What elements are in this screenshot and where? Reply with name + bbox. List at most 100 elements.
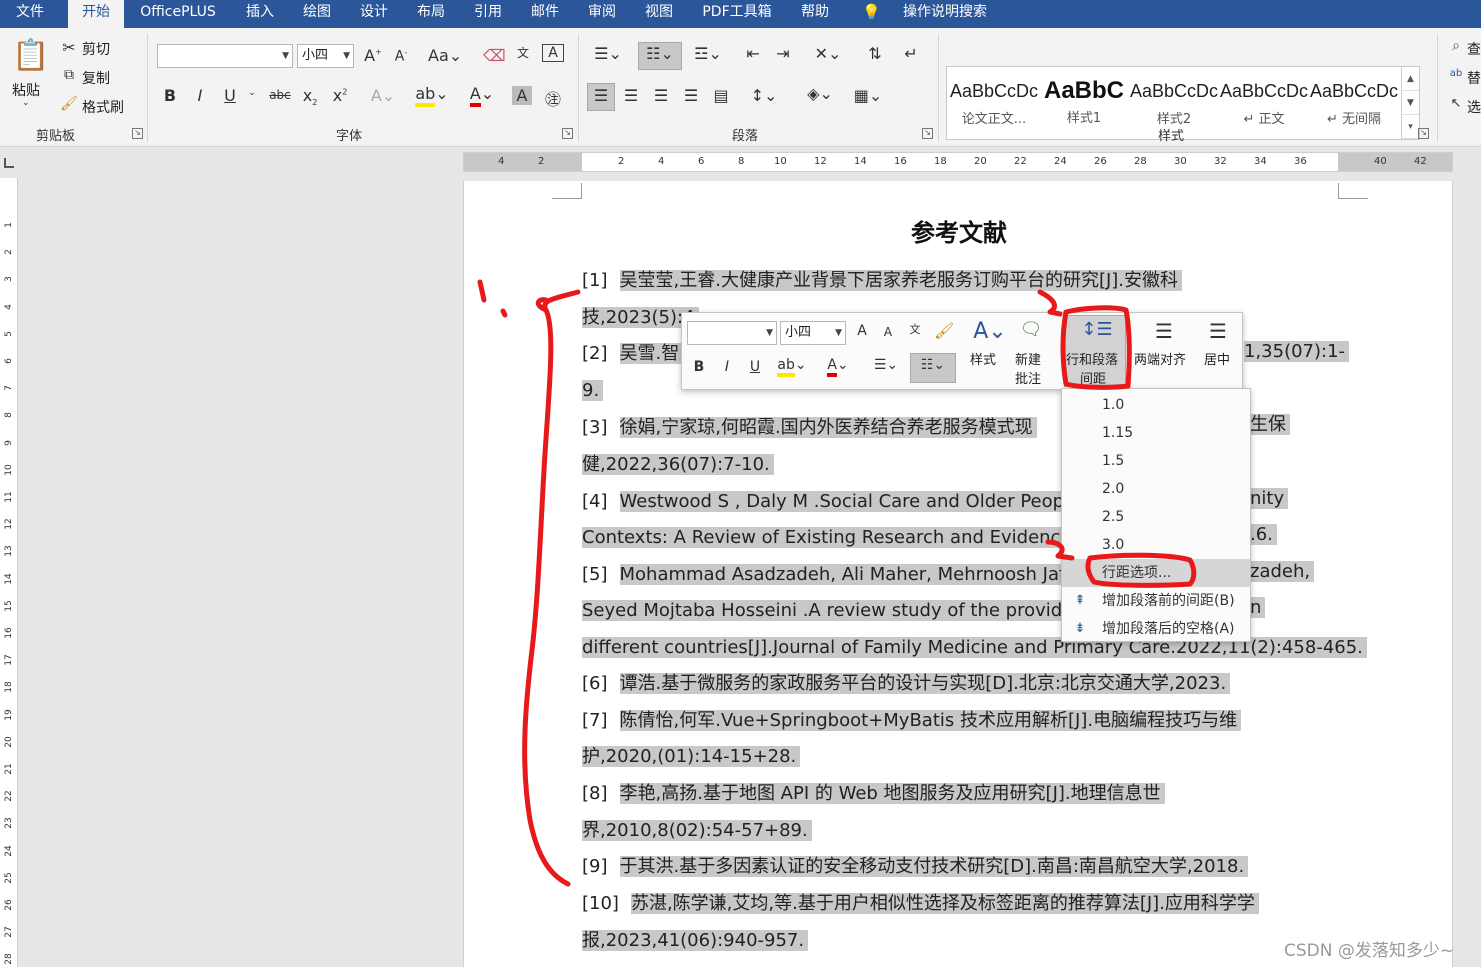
- add-space-before[interactable]: ⇞ 增加段落前的间距(B): [1062, 587, 1250, 615]
- new-comment-label-2[interactable]: 批注: [1015, 368, 1041, 387]
- tab-insert[interactable]: 插入: [236, 0, 284, 28]
- select-icon[interactable]: ↖: [1448, 96, 1464, 111]
- font-name-combo[interactable]: ▼: [157, 44, 293, 68]
- center-button[interactable]: 居中: [1204, 349, 1230, 368]
- expand-gallery-icon[interactable]: ▾: [1402, 115, 1419, 139]
- font-size-combo[interactable]: 小四 ▼: [297, 44, 354, 68]
- multilevel-list-icon[interactable]: ☲⌄: [690, 44, 726, 63]
- tab-review[interactable]: 审阅: [578, 0, 626, 28]
- replace-button[interactable]: 替: [1467, 68, 1481, 88]
- highlight-color-icon[interactable]: ab⌄: [414, 84, 450, 107]
- tab-selector-icon[interactable]: [4, 158, 14, 168]
- mini-font-size-combo[interactable]: 小四 ▼: [780, 321, 846, 345]
- character-shading-icon[interactable]: A: [512, 86, 532, 105]
- borders-icon[interactable]: ▦⌄: [850, 86, 886, 105]
- paste-button[interactable]: 粘贴: [12, 80, 40, 100]
- reference-line[interactable]: 护,2020,(01):14-15+28.: [582, 741, 801, 773]
- find-icon[interactable]: ⌕: [1448, 38, 1464, 54]
- tab-pdf-tools[interactable]: PDF工具箱: [692, 0, 782, 28]
- spacing-option-3-0[interactable]: 3.0: [1062, 531, 1250, 559]
- add-space-after[interactable]: ⇟ 增加段落后的空格(A): [1062, 615, 1250, 643]
- new-comment-icon[interactable]: 🗨: [1018, 319, 1044, 340]
- chevron-down-icon[interactable]: ⌄: [246, 88, 258, 98]
- grow-font-icon[interactable]: A+: [364, 46, 382, 65]
- format-painter-icon[interactable]: 🖌: [60, 96, 78, 112]
- italic-icon[interactable]: I: [192, 86, 208, 105]
- reference-line[interactable]: [8] 李艳,高扬.基于地图 API 的 Web 地图服务及应用研究[J].地理信…: [582, 778, 1165, 810]
- justify-icon[interactable]: ☰: [1152, 319, 1176, 343]
- tab-references[interactable]: 引用: [464, 0, 512, 28]
- vertical-ruler[interactable]: 1 2 3 4 5 6 7 8 9 10 11 12 13 14 15 16 17 18 19 20 21 22 23 24 2…: [0, 178, 18, 967]
- grow-font-icon[interactable]: A: [854, 323, 870, 339]
- decrease-indent-icon[interactable]: ⇤: [742, 44, 764, 63]
- spacing-option-1-15[interactable]: 1.15: [1062, 419, 1250, 447]
- strikethrough-icon[interactable]: abc: [268, 88, 292, 102]
- tab-home[interactable]: 开始: [68, 0, 124, 28]
- sort-icon[interactable]: ⇅: [864, 44, 886, 63]
- reference-line[interactable]: [10] 苏湛,陈学谦,艾均,等.基于用户相似性选择及标签距离的推荐算法[J].应…: [582, 888, 1259, 920]
- superscript-icon[interactable]: x2: [330, 86, 350, 105]
- bold-icon[interactable]: B: [692, 359, 706, 375]
- spacing-option-1-5[interactable]: 1.5: [1062, 447, 1250, 475]
- paste-icon[interactable]: 📋: [12, 38, 49, 74]
- chinese-layout-icon[interactable]: ✕⌄: [810, 44, 846, 63]
- enclose-characters-icon[interactable]: ㊟: [542, 86, 564, 110]
- tab-design[interactable]: 设计: [350, 0, 398, 28]
- new-comment-label-1[interactable]: 新建: [1015, 349, 1041, 368]
- bullets-icon[interactable]: ☰⌄: [868, 357, 904, 373]
- shrink-font-icon[interactable]: A-: [392, 48, 410, 65]
- style-item-normal[interactable]: AaBbCcDc ↵ 正文: [1219, 67, 1309, 139]
- text-effects-icon[interactable]: A⌄: [368, 86, 398, 105]
- mini-styles-button[interactable]: 样式: [970, 349, 996, 368]
- change-case-icon[interactable]: Aa⌄: [428, 46, 462, 65]
- subscript-icon[interactable]: x2: [300, 86, 320, 107]
- reference-line[interactable]: 9.: [582, 375, 604, 407]
- bullets-icon[interactable]: ☰⌄: [590, 44, 626, 63]
- cut-button[interactable]: 剪切: [82, 39, 110, 59]
- copy-button[interactable]: 复制: [82, 68, 110, 88]
- styles-icon[interactable]: A⌄: [970, 319, 1010, 344]
- spacing-option-1-0[interactable]: 1.0: [1062, 391, 1250, 419]
- scroll-down-icon[interactable]: ▼: [1402, 91, 1419, 115]
- find-button[interactable]: 查: [1467, 39, 1481, 59]
- show-marks-icon[interactable]: ↵: [900, 44, 922, 63]
- chevron-down-icon[interactable]: ⌄: [22, 98, 30, 108]
- reference-line[interactable]: Contexts: A Review of Existing Research …: [582, 522, 1095, 554]
- highlight-color-icon[interactable]: ab⌄: [774, 357, 810, 377]
- phonetic-guide-icon[interactable]: 文: [906, 321, 924, 337]
- tab-file[interactable]: 文件: [6, 0, 54, 28]
- replace-icon[interactable]: ab: [1448, 68, 1464, 79]
- copy-icon[interactable]: ⧉: [60, 67, 78, 83]
- bold-icon[interactable]: B: [162, 86, 178, 105]
- horizontal-ruler[interactable]: 4 2 2 4 6 8 10 12 14 16 18 20 22 24 26 2…: [463, 152, 1453, 172]
- line-spacing-options[interactable]: 行距选项...: [1062, 559, 1250, 587]
- tab-view[interactable]: 视图: [635, 0, 683, 28]
- italic-icon[interactable]: I: [720, 359, 734, 375]
- style-item-style1[interactable]: AaBbC 样式1: [1039, 67, 1129, 139]
- clear-formatting-icon[interactable]: ⌫: [483, 46, 506, 65]
- reference-line[interactable]: [1] 吴莹莹,王睿.大健康产业背景下居家养老服务订购平台的研究[J].安徽科: [582, 265, 1183, 297]
- tab-layout[interactable]: 布局: [407, 0, 455, 28]
- scissors-icon[interactable]: ✂: [60, 38, 78, 57]
- tab-help[interactable]: 帮助: [791, 0, 839, 28]
- font-color-icon[interactable]: A⌄: [820, 357, 856, 377]
- align-center-icon[interactable]: ☰: [620, 86, 642, 105]
- format-painter-button[interactable]: 格式刷: [82, 97, 124, 117]
- underline-icon[interactable]: U: [222, 86, 238, 105]
- style-item-paper-body[interactable]: AaBbCcDc 论文正文...: [949, 67, 1039, 139]
- distributed-icon[interactable]: ▤: [710, 86, 732, 105]
- reference-line[interactable]: [7] 陈倩怡,何军.Vue+Springboot+MyBatis 技术应用解析[…: [582, 705, 1242, 737]
- mini-font-name-combo[interactable]: ▼: [687, 321, 777, 345]
- tab-officeplus[interactable]: OfficePLUS: [130, 0, 226, 28]
- spacing-option-2-5[interactable]: 2.5: [1062, 503, 1250, 531]
- reference-line[interactable]: Seyed Mojtaba Hosseini .A review study o…: [582, 595, 1095, 627]
- tell-me-search[interactable]: 操作说明搜索: [890, 0, 1000, 28]
- underline-icon[interactable]: U: [748, 359, 762, 375]
- font-launcher-icon[interactable]: ↘: [562, 128, 573, 139]
- phonetic-guide-icon[interactable]: 文: [512, 44, 534, 61]
- format-painter-icon[interactable]: 🖌: [934, 321, 954, 340]
- paragraph-launcher-icon[interactable]: ↘: [922, 128, 933, 139]
- reference-line[interactable]: [5] Mohammad Asadzadeh, Ali Maher, Mehrno…: [582, 559, 1081, 591]
- shrink-font-icon[interactable]: A: [880, 325, 896, 339]
- reference-line[interactable]: [4] Westwood S , Daly M .Social Care and …: [582, 486, 1085, 518]
